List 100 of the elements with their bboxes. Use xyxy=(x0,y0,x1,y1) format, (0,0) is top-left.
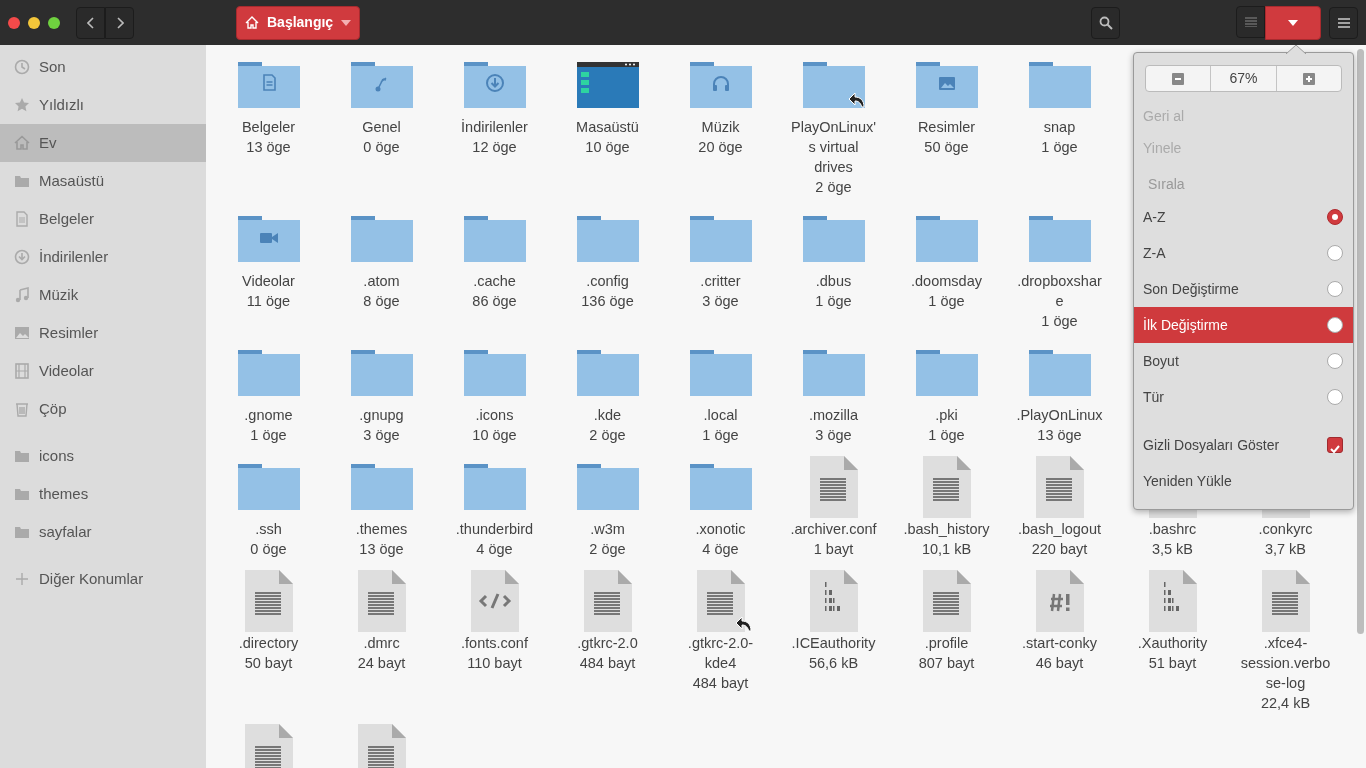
item-info: 2 öge xyxy=(589,426,626,445)
file-name[interactable]: .fonts.conf xyxy=(449,633,540,653)
file-name[interactable]: Belgeler xyxy=(223,117,314,137)
file-name[interactable]: .directory xyxy=(223,633,314,653)
sort-option[interactable]: Tür xyxy=(1134,379,1353,415)
sort-option[interactable]: İlk Değiştirme xyxy=(1134,307,1353,343)
file-name[interactable]: .PlayOnLinux xyxy=(1014,405,1105,425)
radio-button[interactable] xyxy=(1327,245,1343,261)
file-name[interactable]: .xfce4-session.verbose-log xyxy=(1240,633,1331,693)
clock-icon xyxy=(14,59,30,75)
file-name[interactable]: .bashrc xyxy=(1127,519,1218,539)
file-name[interactable]: snap xyxy=(1014,117,1105,137)
file-name[interactable]: Masaüstü xyxy=(562,117,653,137)
item-info: 3 öge xyxy=(815,426,852,445)
radio-button[interactable] xyxy=(1327,353,1343,369)
menu-item[interactable]: Gizli Dosyaları Göster xyxy=(1134,427,1353,463)
item-info: 2 öge xyxy=(815,178,852,197)
window-control-dot[interactable] xyxy=(28,16,40,29)
file-name[interactable]: .ssh xyxy=(223,519,314,539)
file-name[interactable]: .w3m xyxy=(562,519,653,539)
sort-option[interactable]: A-Z xyxy=(1134,199,1353,235)
file-name[interactable]: .profile xyxy=(901,633,992,653)
view-options-button[interactable] xyxy=(1265,5,1321,40)
file-name[interactable]: PlayOnLinux's virtual drives xyxy=(788,117,879,177)
radio-button[interactable] xyxy=(1327,281,1343,297)
file-name[interactable]: Genel xyxy=(336,117,427,137)
sidebar-item[interactable]: Ev xyxy=(0,124,206,162)
file-name[interactable]: .kde xyxy=(562,405,653,425)
item-info: 0 öge xyxy=(250,540,287,559)
sidebar-item[interactable]: Yıldızlı xyxy=(0,86,206,124)
back-button[interactable] xyxy=(76,6,105,39)
caret-icon xyxy=(1288,19,1298,26)
file-name[interactable]: .dbus xyxy=(788,271,879,291)
file-name[interactable]: .config xyxy=(562,271,653,291)
radio-button[interactable] xyxy=(1327,209,1343,225)
file-name[interactable]: .archiver.conf xyxy=(788,519,879,539)
sidebar-item[interactable]: Çöp xyxy=(0,390,206,428)
file-name[interactable]: .ICEauthority xyxy=(788,633,879,653)
file-name[interactable]: .icons xyxy=(449,405,540,425)
file-name[interactable]: .bash_logout xyxy=(1014,519,1105,539)
menu-icon xyxy=(1337,17,1350,28)
file-name[interactable]: Resimler xyxy=(901,117,992,137)
sidebar-item[interactable]: Diğer Konumlar xyxy=(0,560,206,598)
sidebar-item[interactable]: sayfalar xyxy=(0,513,206,551)
file-name[interactable]: .gnome xyxy=(223,405,314,425)
item-info: 1 öge xyxy=(702,426,739,445)
file-name[interactable]: .doomsday xyxy=(901,271,992,291)
sidebar-item[interactable]: Resimler xyxy=(0,314,206,352)
file-name[interactable]: .pki xyxy=(901,405,992,425)
scrollbar[interactable] xyxy=(1357,49,1364,634)
minus-icon xyxy=(1172,72,1185,85)
file-name[interactable]: .mozilla xyxy=(788,405,879,425)
file-name[interactable]: .cache xyxy=(449,271,540,291)
item-info: 4 öge xyxy=(702,540,739,559)
file-name[interactable]: .gnupg xyxy=(336,405,427,425)
sidebar-item[interactable]: icons xyxy=(0,437,206,475)
radio-button[interactable] xyxy=(1327,389,1343,405)
forward-button[interactable] xyxy=(105,6,134,39)
file-name[interactable]: Müzik xyxy=(675,117,766,137)
plus-icon xyxy=(14,571,30,587)
folder-icon xyxy=(14,173,30,189)
file-name[interactable]: .local xyxy=(675,405,766,425)
sort-option[interactable]: Son Değiştirme xyxy=(1134,271,1353,307)
radio-button[interactable] xyxy=(1327,317,1343,333)
file-name[interactable]: .gtkrc-2.0-kde4 xyxy=(675,633,766,673)
file-name[interactable]: .thunderbird xyxy=(449,519,540,539)
home-icon xyxy=(14,135,30,151)
sidebar-item[interactable]: themes xyxy=(0,475,206,513)
item-info: 50 öge xyxy=(924,138,969,157)
search-button[interactable] xyxy=(1091,6,1120,39)
window-control-dot[interactable] xyxy=(8,16,20,29)
checkbox[interactable] xyxy=(1327,437,1343,453)
item-info: 1 öge xyxy=(928,292,965,311)
file-name[interactable]: .atom xyxy=(336,271,427,291)
item-info: 3,5 kB xyxy=(1151,540,1194,559)
sidebar-item[interactable]: İndirilenler xyxy=(0,238,206,276)
sidebar-item[interactable]: Müzik xyxy=(0,276,206,314)
sidebar-item[interactable]: Son xyxy=(0,48,206,86)
file-name[interactable]: .themes xyxy=(336,519,427,539)
list-view-button[interactable] xyxy=(1236,5,1265,38)
sort-option[interactable]: Boyut xyxy=(1134,343,1353,379)
file-name[interactable]: İndirilenler xyxy=(449,117,540,137)
file-name[interactable]: .critter xyxy=(675,271,766,291)
sidebar-item[interactable]: Belgeler xyxy=(0,200,206,238)
window-control-dot[interactable] xyxy=(48,16,60,29)
file-name[interactable]: .Xauthority xyxy=(1127,633,1218,653)
file-name[interactable]: Videolar xyxy=(223,271,314,291)
file-name[interactable]: .conkyrc xyxy=(1240,519,1331,539)
location-button[interactable]: Başlangıç xyxy=(236,5,361,40)
file-name[interactable]: .gtkrc-2.0 xyxy=(562,633,653,653)
file-name[interactable]: .bash_history xyxy=(901,519,992,539)
file-name[interactable]: .dmrc xyxy=(336,633,427,653)
file-name[interactable]: .dropboxshare xyxy=(1014,271,1105,311)
sidebar-item[interactable]: Masaüstü xyxy=(0,162,206,200)
file-name[interactable]: .xonotic xyxy=(675,519,766,539)
menu-button[interactable] xyxy=(1329,6,1358,39)
sidebar-item[interactable]: Videolar xyxy=(0,352,206,390)
sort-option[interactable]: Z-A xyxy=(1134,235,1353,271)
home-icon xyxy=(245,16,259,29)
file-name[interactable]: .start-conky xyxy=(1014,633,1105,653)
